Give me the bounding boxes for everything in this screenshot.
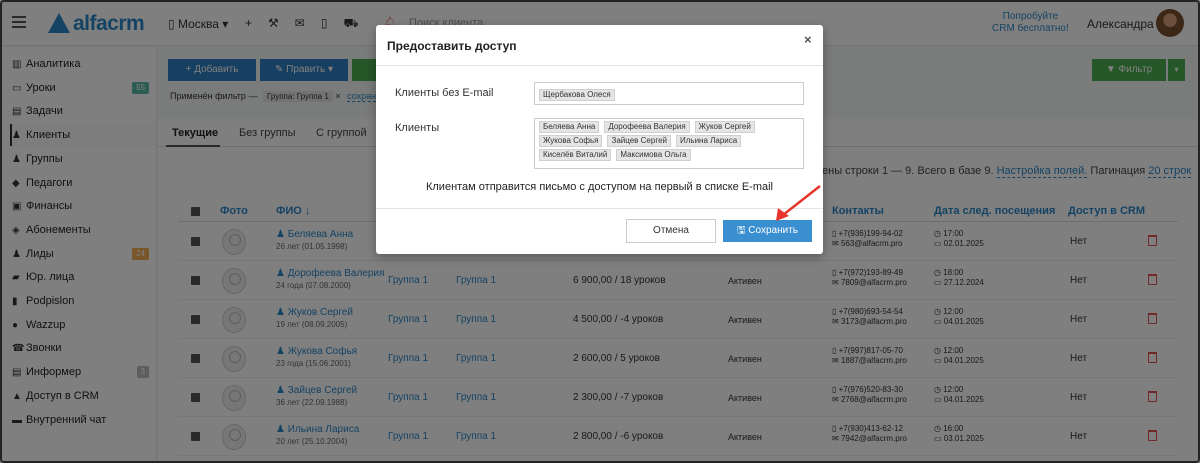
save-icon: 🖫︎ <box>736 225 749 236</box>
grant-access-modal: Предоставить доступ × Клиенты без E-mail… <box>376 25 823 254</box>
label-clients: Клиенты <box>395 122 440 134</box>
modal-divider <box>376 65 823 66</box>
client-tag: Жукова Софья <box>539 135 603 147</box>
client-tag: Зайцев Сергей <box>607 135 671 147</box>
no-email-clients-field[interactable]: Щербакова Олеся <box>534 82 804 105</box>
save-button-label: Сохранить <box>748 225 798 236</box>
client-tag: Дорофеева Валерия <box>604 121 690 133</box>
modal-title: Предоставить доступ <box>387 39 517 53</box>
close-icon[interactable]: × <box>804 32 812 47</box>
client-tag: Щербакова Олеся <box>539 89 615 101</box>
label-no-email: Клиенты без E-mail <box>395 87 494 99</box>
client-tag: Жуков Сергей <box>694 121 755 133</box>
cancel-button[interactable]: Отмена <box>626 219 716 243</box>
client-tag: Беляева Анна <box>539 121 600 133</box>
clients-field[interactable]: Беляева Анна Дорофеева Валерия Жуков Серге… <box>534 118 804 169</box>
client-tag: Ильина Лариса <box>675 135 742 147</box>
modal-note: Клиентам отправится письмо с доступом на… <box>425 181 774 193</box>
save-button[interactable]: 🖫︎ Сохранить <box>723 220 812 242</box>
modal-footer-divider <box>376 208 823 209</box>
client-tag: Максимова Ольга <box>616 149 691 161</box>
client-tag: Киселёв Виталий <box>539 149 612 161</box>
